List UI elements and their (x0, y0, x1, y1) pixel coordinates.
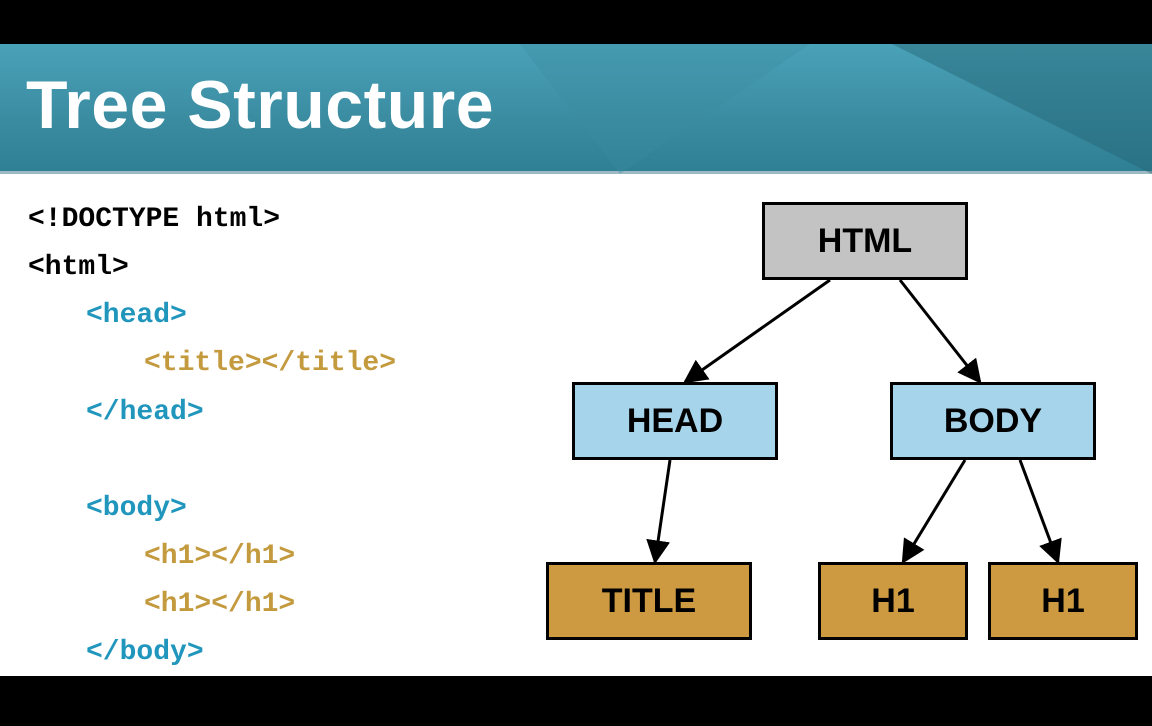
code-line: </html> (28, 686, 146, 717)
tree-node-h1: H1 (988, 562, 1138, 640)
code-line: <!DOCTYPE html> (28, 204, 280, 235)
tree-diagram: HTML HEAD BODY TITLE H1 H1 (510, 192, 1146, 672)
tree-node-head: HEAD (572, 382, 778, 460)
slide-title: Tree Structure (26, 66, 494, 144)
code-line: </head> (28, 389, 396, 437)
tree-node-h1: H1 (818, 562, 968, 640)
code-line: </body> (28, 629, 396, 677)
slide-content: <!DOCTYPE html> <html> <head> <title></t… (0, 174, 1152, 676)
slide-header: Tree Structure (0, 44, 1152, 174)
code-block: <!DOCTYPE html> <html> <head> <title></t… (28, 196, 396, 726)
code-line: <body> (28, 485, 396, 533)
slide: Tree Structure <!DOCTYPE html> <html> <h… (0, 44, 1152, 676)
code-line: <h1></h1> (28, 581, 396, 629)
tree-node-body: BODY (890, 382, 1096, 460)
tree-node-title: TITLE (546, 562, 752, 640)
header-decoration (520, 44, 810, 174)
code-line: <html> (28, 252, 129, 283)
code-line: <head> (28, 292, 396, 340)
code-blank-line (28, 437, 396, 485)
code-line: <h1></h1> (28, 533, 396, 581)
code-line: <title></title> (28, 340, 396, 388)
header-decoration (892, 44, 1152, 174)
tree-node-html: HTML (762, 202, 968, 280)
